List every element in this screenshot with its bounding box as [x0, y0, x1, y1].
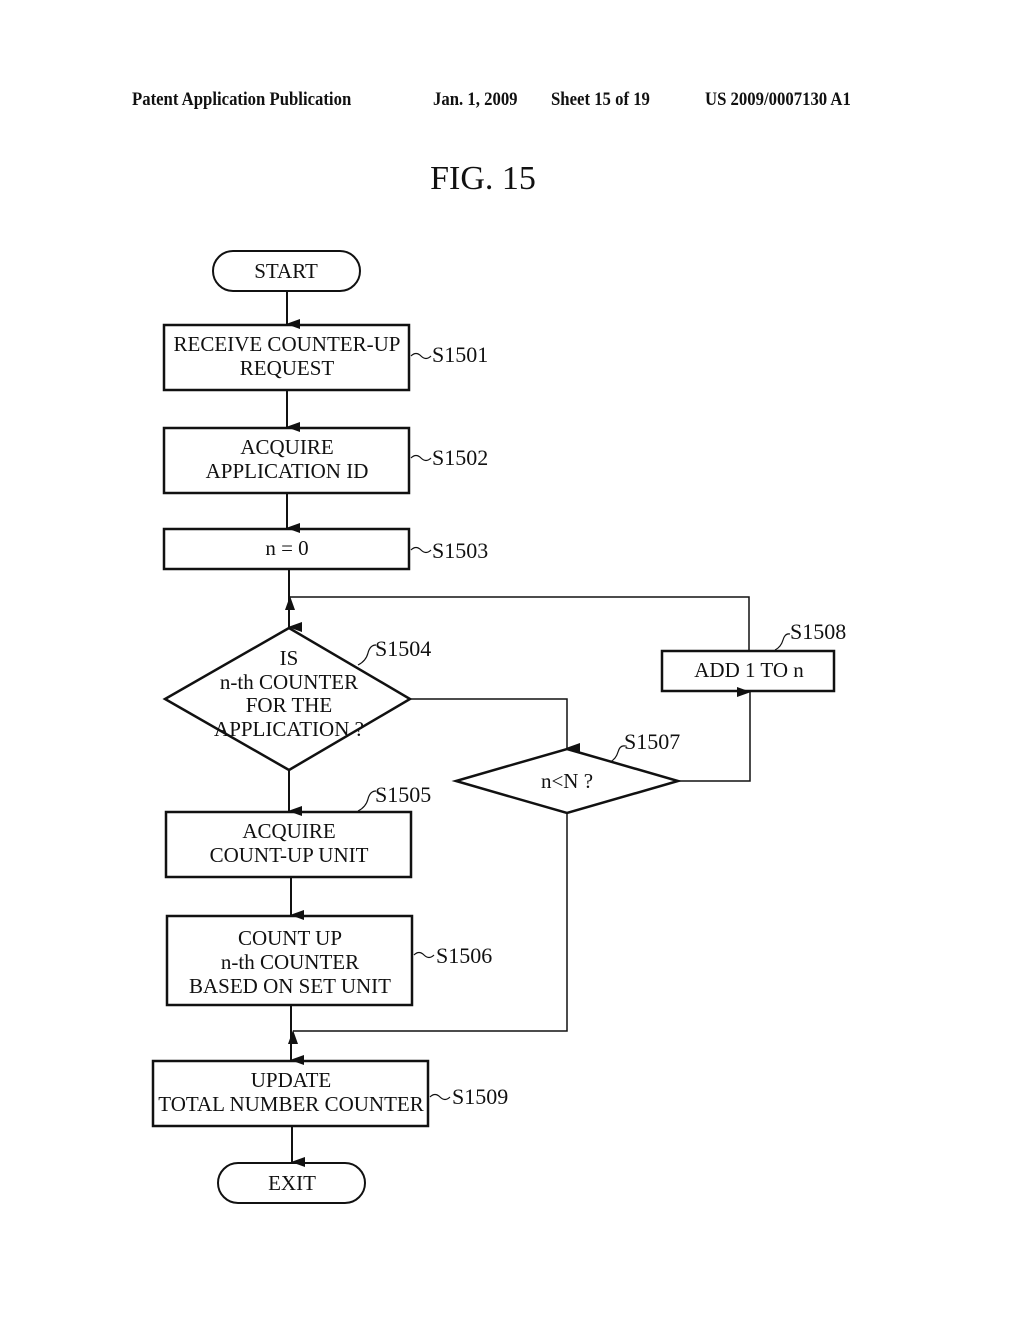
s1507-line-1: n<N ?	[541, 769, 593, 793]
s1502-line-2: APPLICATION ID	[206, 459, 369, 483]
process-s1501: RECEIVE COUNTER-UP REQUEST S1501	[162, 323, 488, 392]
start-terminal: START	[212, 250, 361, 292]
exit-terminal: EXIT	[217, 1162, 366, 1204]
step-label-s1502: S1502	[432, 445, 488, 470]
step-label-s1506: S1506	[436, 943, 492, 968]
s1504-line-4: APPLICATION ?	[214, 717, 364, 741]
s1502-line-1: ACQUIRE	[240, 435, 333, 459]
process-s1502: ACQUIRE APPLICATION ID S1502	[162, 426, 488, 495]
step-label-s1508: S1508	[790, 619, 846, 644]
s1504-line-1: IS	[280, 646, 299, 670]
process-s1505: ACQUIRE COUNT-UP UNIT S1505	[164, 782, 431, 879]
s1506-line-3: BASED ON SET UNIT	[189, 974, 391, 998]
start-label: START	[254, 259, 318, 283]
s1501-line-2: REQUEST	[240, 356, 335, 380]
s1504-line-2: n-th COUNTER	[220, 670, 358, 694]
s1503-line-1: n = 0	[265, 536, 308, 560]
decision-s1507: n<N ? S1507	[451, 729, 683, 815]
s1504-line-3: FOR THE	[246, 693, 333, 717]
s1506-line-1: COUNT UP	[238, 926, 342, 950]
process-s1508: ADD 1 TO n S1508	[660, 619, 846, 693]
decision-s1504: IS n-th COUNTER FOR THE APPLICATION ? S1…	[162, 626, 431, 772]
process-s1509: UPDATE TOTAL NUMBER COUNTER S1509	[151, 1059, 508, 1128]
s1508-line-1: ADD 1 TO n	[694, 658, 804, 682]
s1509-line-2: TOTAL NUMBER COUNTER	[158, 1092, 423, 1116]
step-label-s1501: S1501	[432, 342, 488, 367]
step-label-s1504: S1504	[375, 636, 431, 661]
flowchart: START RECEIVE COUNTER-UP REQUEST S1501 A…	[151, 250, 846, 1204]
step-label-s1505: S1505	[375, 782, 431, 807]
connector-s1504-s1507	[410, 698, 580, 753]
step-label-s1507: S1507	[624, 729, 680, 754]
s1509-line-1: UPDATE	[251, 1068, 332, 1092]
connector-s1508-loop	[285, 596, 750, 651]
step-label-s1509: S1509	[452, 1084, 508, 1109]
process-s1503: n = 0 S1503	[162, 527, 488, 571]
process-s1506: COUNT UP n-th COUNTER BASED ON SET UNIT …	[165, 914, 492, 1007]
s1501-line-1: RECEIVE COUNTER-UP	[174, 332, 401, 356]
s1505-line-1: ACQUIRE	[242, 819, 335, 843]
step-label-s1503: S1503	[432, 538, 488, 563]
connector-s1507-s1508	[678, 687, 751, 782]
s1505-line-2: COUNT-UP UNIT	[210, 843, 369, 867]
exit-label: EXIT	[268, 1171, 316, 1195]
s1506-line-2: n-th COUNTER	[221, 950, 359, 974]
